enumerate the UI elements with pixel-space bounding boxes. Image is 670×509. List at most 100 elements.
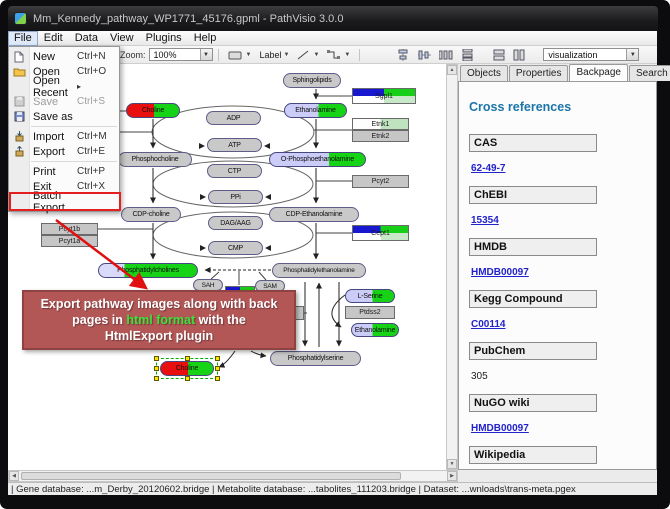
- node-dag-aag[interactable]: DAG/AAG: [208, 216, 263, 230]
- xref-link-nugo[interactable]: HMDB00097: [471, 423, 529, 434]
- canvas-horizontal-scrollbar[interactable]: ◀ ▶: [8, 470, 458, 482]
- gene-node-pcyt1b[interactable]: Pcyt1b: [41, 223, 98, 235]
- menu-file[interactable]: File: [8, 31, 38, 46]
- window-title: Mm_Kennedy_pathway_WP1771_45176.gpml - P…: [33, 13, 343, 25]
- node-cdp-choline[interactable]: CDP-choline: [121, 207, 181, 222]
- node-cmp[interactable]: CMP: [208, 241, 263, 255]
- gene-node-pcyt2[interactable]: Pcyt2: [352, 175, 409, 188]
- distribute-horizontal-button[interactable]: [435, 48, 457, 62]
- zoom-label: Zoom:: [120, 50, 146, 60]
- selection-handle[interactable]: [154, 376, 159, 381]
- gene-node-cept1[interactable]: Cept1: [352, 225, 409, 241]
- visualization-combobox[interactable]: visualization ▼: [543, 48, 639, 61]
- menu-item-save[interactable]: SaveCtrl+S: [9, 94, 119, 109]
- tutorial-callout: Export pathway images along with back pa…: [22, 290, 296, 350]
- selection-handle[interactable]: [215, 356, 220, 361]
- align-middle-icon: [418, 49, 431, 61]
- connector-tool-button[interactable]: ▼: [323, 48, 354, 62]
- menu-edit[interactable]: Edit: [38, 31, 69, 46]
- selection-handle[interactable]: [185, 376, 190, 381]
- selection-handle[interactable]: [215, 376, 220, 381]
- toolbar-separator: [359, 49, 360, 61]
- tutorial-highlight-box: [9, 192, 121, 211]
- gene-node-ptdss2[interactable]: Ptdss2: [345, 306, 395, 319]
- node-phosphatidylserine[interactable]: Phosphatidylserine: [270, 351, 361, 366]
- gene-node-pcyt1a[interactable]: Pcyt1a: [41, 235, 98, 247]
- stack-horizontal-button[interactable]: [509, 48, 529, 62]
- scroll-up-icon[interactable]: ▲: [447, 65, 457, 75]
- canvas-vertical-scrollbar[interactable]: ▲ ▼: [446, 64, 458, 470]
- menu-separator: [31, 161, 117, 162]
- submenu-arrow-icon: ▸: [77, 82, 119, 91]
- selection-handle[interactable]: [154, 366, 159, 371]
- node-ethanolamine-bottom[interactable]: Ethanolamine: [351, 323, 399, 337]
- node-sphingolipids[interactable]: Sphingolipids: [283, 73, 341, 88]
- menu-view[interactable]: View: [104, 31, 140, 46]
- node-atp[interactable]: ATP: [207, 138, 262, 152]
- node-phosphatidylcholines[interactable]: Phosphatidylcholines: [98, 263, 198, 278]
- xref-link-chebi[interactable]: 15354: [471, 215, 499, 226]
- menu-item-print[interactable]: PrintCtrl+P: [9, 164, 119, 179]
- connector-icon: [327, 50, 340, 60]
- menu-item-new[interactable]: NewCtrl+N: [9, 49, 119, 64]
- tab-search[interactable]: Search: [629, 65, 670, 81]
- xref-link-hmdb[interactable]: HMDB00097: [471, 267, 529, 278]
- label-tool-button[interactable]: Label ▼: [255, 48, 293, 62]
- status-bar: | Gene database: ...m_Derby_20120602.bri…: [8, 482, 657, 495]
- gene-node-sgpl1[interactable]: Sgpl1: [352, 88, 416, 104]
- node-ethanolamine-top[interactable]: Ethanolamine: [284, 103, 347, 118]
- zoom-combobox[interactable]: 100% ▼: [149, 48, 213, 61]
- tab-properties[interactable]: Properties: [509, 65, 569, 81]
- tab-backpage[interactable]: Backpage: [569, 64, 627, 81]
- stack-vertical-icon: [493, 49, 505, 61]
- chevron-down-icon[interactable]: ▼: [626, 49, 638, 60]
- selection-handle[interactable]: [215, 366, 220, 371]
- xref-link-cas[interactable]: 62-49-7: [471, 163, 505, 174]
- menu-item-open-recent[interactable]: Open Recent▸: [9, 79, 119, 94]
- node-ppi[interactable]: PPi: [208, 190, 263, 204]
- datanode-tool-button[interactable]: ▼: [224, 48, 256, 62]
- gene-node-etnk1[interactable]: Etnk1: [352, 118, 409, 130]
- callout-line1: Export pathway images along with back: [24, 296, 294, 312]
- distribute-vertical-button[interactable]: [457, 48, 479, 62]
- node-phosphatidylethanolamine[interactable]: Phosphatidylethanolamine: [272, 263, 366, 278]
- align-center-icon: [397, 49, 410, 61]
- tab-objects[interactable]: Objects: [460, 65, 508, 81]
- line-tool-button[interactable]: ▼: [293, 48, 323, 62]
- node-o-phosphoethanolamine[interactable]: O-Phosphoethanolamine: [269, 152, 366, 167]
- menu-data[interactable]: Data: [69, 31, 104, 46]
- datanode-icon: [228, 50, 242, 60]
- selection-handle[interactable]: [154, 356, 159, 361]
- node-phosphocholine[interactable]: Phosphocholine: [118, 152, 192, 167]
- align-middle-button[interactable]: [414, 48, 435, 62]
- xref-header-pubchem: PubChem: [469, 342, 597, 360]
- stack-vertical-button[interactable]: [489, 48, 509, 62]
- selection-handle[interactable]: [185, 356, 190, 361]
- menu-help[interactable]: Help: [188, 31, 223, 46]
- scrollbar-thumb[interactable]: [21, 472, 401, 480]
- scroll-right-icon[interactable]: ▶: [447, 471, 457, 481]
- export-icon: [9, 146, 29, 157]
- pathvisio-window: Mm_Kennedy_pathway_WP1771_45176.gpml - P…: [0, 0, 670, 509]
- import-icon: [9, 131, 29, 142]
- stack-horizontal-icon: [513, 49, 525, 61]
- menu-item-save-as[interactable]: Save as: [9, 109, 119, 124]
- node-cdp-ethanolamine[interactable]: CDP-Ethanolamine: [269, 207, 359, 222]
- xref-link-kegg[interactable]: C00114: [471, 319, 505, 330]
- menu-plugins[interactable]: Plugins: [140, 31, 188, 46]
- chevron-down-icon[interactable]: ▼: [200, 49, 212, 60]
- callout-line2: pages in html format with the: [24, 312, 294, 328]
- menu-item-export[interactable]: ExportCtrl+E: [9, 144, 119, 159]
- menu-item-import[interactable]: ImportCtrl+M: [9, 129, 119, 144]
- node-adp[interactable]: ADP: [206, 111, 261, 125]
- app-body: File Edit Data View Plugins Help Zoom: 1…: [8, 31, 657, 495]
- app-icon: [14, 12, 27, 25]
- scroll-down-icon[interactable]: ▼: [447, 459, 457, 469]
- menu-item-batch-export[interactable]: Batch Export: [9, 194, 119, 209]
- scroll-left-icon[interactable]: ◀: [9, 471, 19, 481]
- align-center-button[interactable]: [393, 48, 414, 62]
- gene-node-etnk2[interactable]: Etnk2: [352, 130, 409, 142]
- node-ctp[interactable]: CTP: [207, 164, 262, 178]
- node-l-serine[interactable]: L-Serine: [345, 289, 395, 303]
- node-choline-top[interactable]: Choline: [126, 103, 180, 118]
